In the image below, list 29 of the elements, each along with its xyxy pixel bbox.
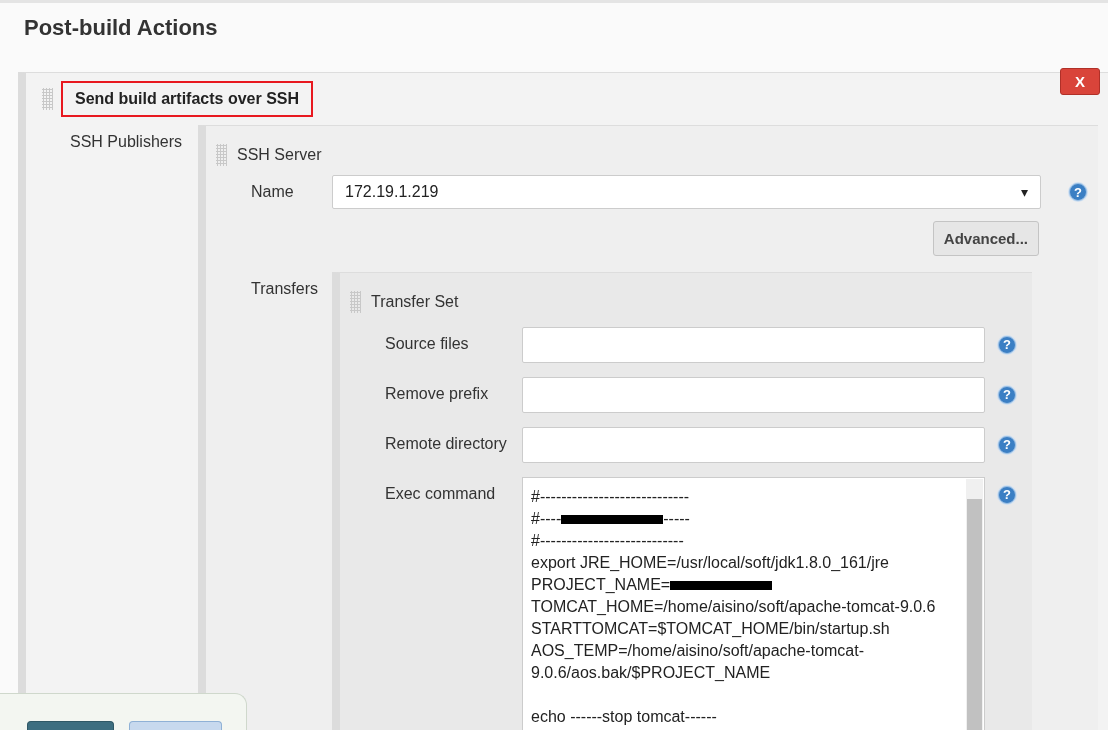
advanced-button[interactable]: Advanced...: [932, 221, 1039, 256]
field-label: SSH Publishers: [69, 132, 184, 151]
apply-button[interactable]: [129, 721, 222, 730]
drag-handle-icon[interactable]: [350, 291, 361, 313]
panel-title: SSH Server: [237, 146, 322, 164]
section-title: Post-build Actions: [23, 14, 218, 42]
help-icon[interactable]: ?: [998, 485, 1016, 504]
text-field[interactable]: [522, 427, 985, 463]
help-icon[interactable]: ?: [1069, 183, 1087, 202]
help-icon[interactable]: ?: [998, 335, 1016, 354]
step-title: Send build artifacts over SSH: [61, 81, 314, 117]
scrollbar[interactable]: [966, 479, 983, 730]
field-label: Remote directory: [384, 434, 508, 453]
panel-title: Transfer Set: [371, 293, 459, 311]
text-field[interactable]: [522, 327, 985, 363]
field-label: Remove prefix: [384, 384, 490, 403]
save-button[interactable]: [27, 721, 114, 730]
name-select[interactable]: 172.19.1.219 ▾: [332, 175, 1041, 209]
help-icon[interactable]: ?: [998, 435, 1016, 454]
delete-button[interactable]: X: [1060, 68, 1100, 95]
drag-handle-icon[interactable]: [42, 88, 53, 110]
help-icon[interactable]: ?: [998, 385, 1016, 404]
field-label: Transfers: [250, 279, 319, 299]
drag-handle-icon[interactable]: [216, 144, 227, 166]
field-label: Name: [250, 183, 295, 201]
field-label: Source files: [384, 334, 470, 353]
exec-command-field[interactable]: #---------------------------- #---- ----- #--------------------------- export JRE_HOME=/usr/local/soft/jdk1.8.0_161/jre PROJECT_NAME= TOMCAT_HOME=/home/aisino/soft/apache-tomcat-9.0.6 STARTTOMCAT=$TOMCAT_HOME/bin/startup.sh AOS_TEMP=/home/aisino/soft/apache-tomcat- 9.0.6/aos.bak/$PROJECT_NAME echo ------stop tomcat------: [522, 477, 985, 730]
text-field[interactable]: [522, 377, 985, 413]
field-label: Exec command: [384, 484, 497, 503]
